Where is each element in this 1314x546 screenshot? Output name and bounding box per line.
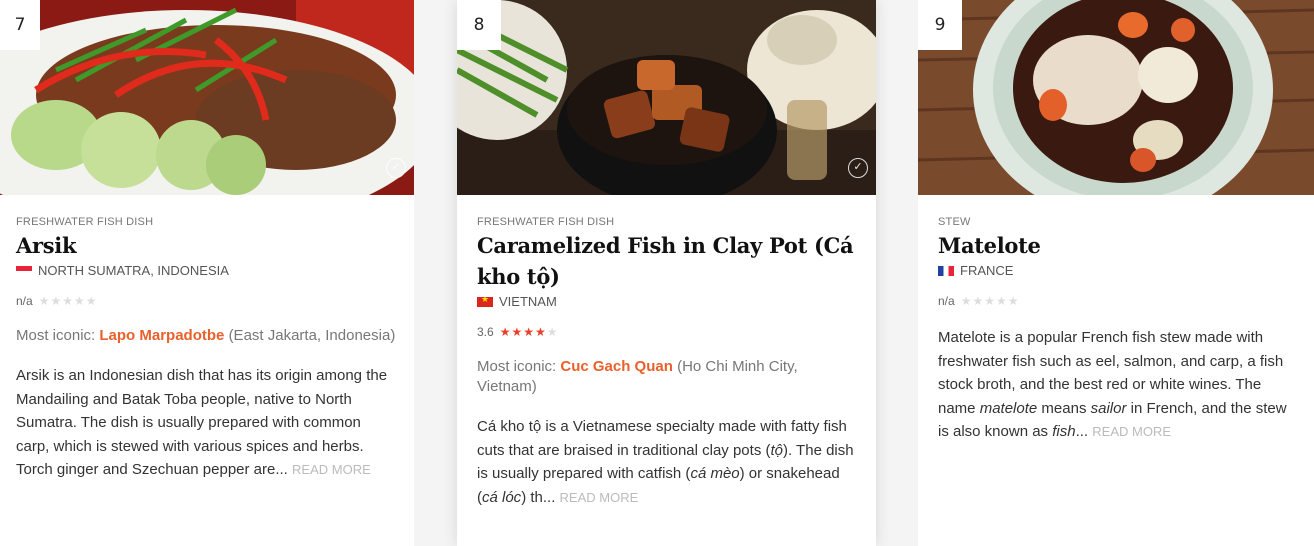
dish-category[interactable]: FRESHWATER FISH DISH (477, 216, 858, 228)
rating: 3.6 ★★★★★ (477, 325, 858, 339)
most-iconic: Most iconic: Cuc Gach Quan (Ho Chi Minh … (477, 357, 858, 397)
dish-photo-matelote[interactable] (918, 0, 1314, 195)
description-term: matelote (979, 399, 1038, 417)
dish-description: Matelote is a popular French fish stew m… (938, 326, 1296, 444)
rank-badge: 8 (457, 0, 501, 50)
read-more-link[interactable]: READ MORE (292, 462, 371, 477)
rank-badge: 7 (0, 0, 40, 50)
rating-stars: ★★★★★ (499, 325, 559, 339)
dish-category[interactable]: STEW (938, 216, 1296, 228)
rating-value: n/a (938, 294, 955, 308)
read-more-link[interactable]: READ MORE (560, 490, 639, 505)
dish-photo-ca-kho-to[interactable] (457, 0, 876, 195)
description-term: sailor (1090, 399, 1127, 417)
dish-photo-arsik[interactable] (0, 0, 414, 195)
iconic-restaurant-link[interactable]: Lapo Marpadotbe (99, 327, 224, 344)
dish-card-arsik[interactable]: 7 ✓ FRESHWATER FISH DISH Arsik NORTH SUM… (0, 0, 414, 546)
rating: n/a ★★★★★ (16, 294, 396, 308)
most-iconic-label: Most iconic: (16, 327, 96, 344)
flag-indonesia-icon (16, 265, 32, 276)
description-term: cá lóc (482, 488, 522, 506)
dish-origin[interactable]: FRANCE (938, 263, 1296, 278)
origin-label: FRANCE (960, 263, 1014, 278)
description-term: cá mèo (690, 465, 740, 482)
dish-card-matelote[interactable]: 9 STEW Matelote FRANCE n/a ★★★★★ Matelot… (918, 0, 1314, 546)
description-text: means (1037, 399, 1091, 417)
rating-value: n/a (16, 294, 33, 308)
flag-france-icon (938, 265, 954, 276)
dish-description: Cá kho tộ is a Vietnamese specialty made… (477, 415, 858, 509)
description-text: ) th... (521, 488, 556, 506)
iconic-restaurant-link[interactable]: Cuc Gach Quan (560, 358, 673, 375)
origin-label: VIETNAM (499, 294, 557, 309)
description-term: tộ (770, 441, 783, 459)
rating: n/a ★★★★★ (938, 294, 1296, 308)
iconic-location: (East Jakarta, Indonesia) (228, 327, 396, 344)
checkmark-icon[interactable]: ✓ (386, 158, 406, 178)
most-iconic-label: Most iconic: (477, 358, 557, 375)
checkmark-icon[interactable]: ✓ (848, 158, 868, 178)
rating-stars: ★★★★★ (960, 294, 1020, 308)
origin-label: NORTH SUMATRA, INDONESIA (38, 263, 229, 278)
dish-origin[interactable]: NORTH SUMATRA, INDONESIA (16, 263, 396, 278)
dish-card-ca-kho-to[interactable]: 8 ✓ FRESHWATER FISH DISH Caramelized Fis… (457, 0, 876, 546)
rating-stars: ★★★★★ (38, 294, 98, 308)
description-term: fish (1052, 423, 1076, 440)
description-text: ... (1075, 423, 1089, 440)
dish-title[interactable]: Caramelized Fish in Clay Pot (Cá kho tộ) (477, 230, 858, 292)
dish-description: Arsik is an Indonesian dish that has its… (16, 364, 396, 482)
read-more-link[interactable]: READ MORE (1092, 424, 1171, 439)
dish-title[interactable]: Arsik (16, 230, 396, 261)
rating-value: 3.6 (477, 325, 494, 339)
dish-title[interactable]: Matelote (938, 230, 1296, 261)
dish-origin[interactable]: VIETNAM (477, 294, 858, 309)
most-iconic: Most iconic: Lapo Marpadotbe (East Jakar… (16, 326, 396, 346)
rank-badge: 9 (918, 0, 962, 50)
dish-category[interactable]: FRESHWATER FISH DISH (16, 216, 396, 228)
flag-vietnam-icon (477, 296, 493, 307)
